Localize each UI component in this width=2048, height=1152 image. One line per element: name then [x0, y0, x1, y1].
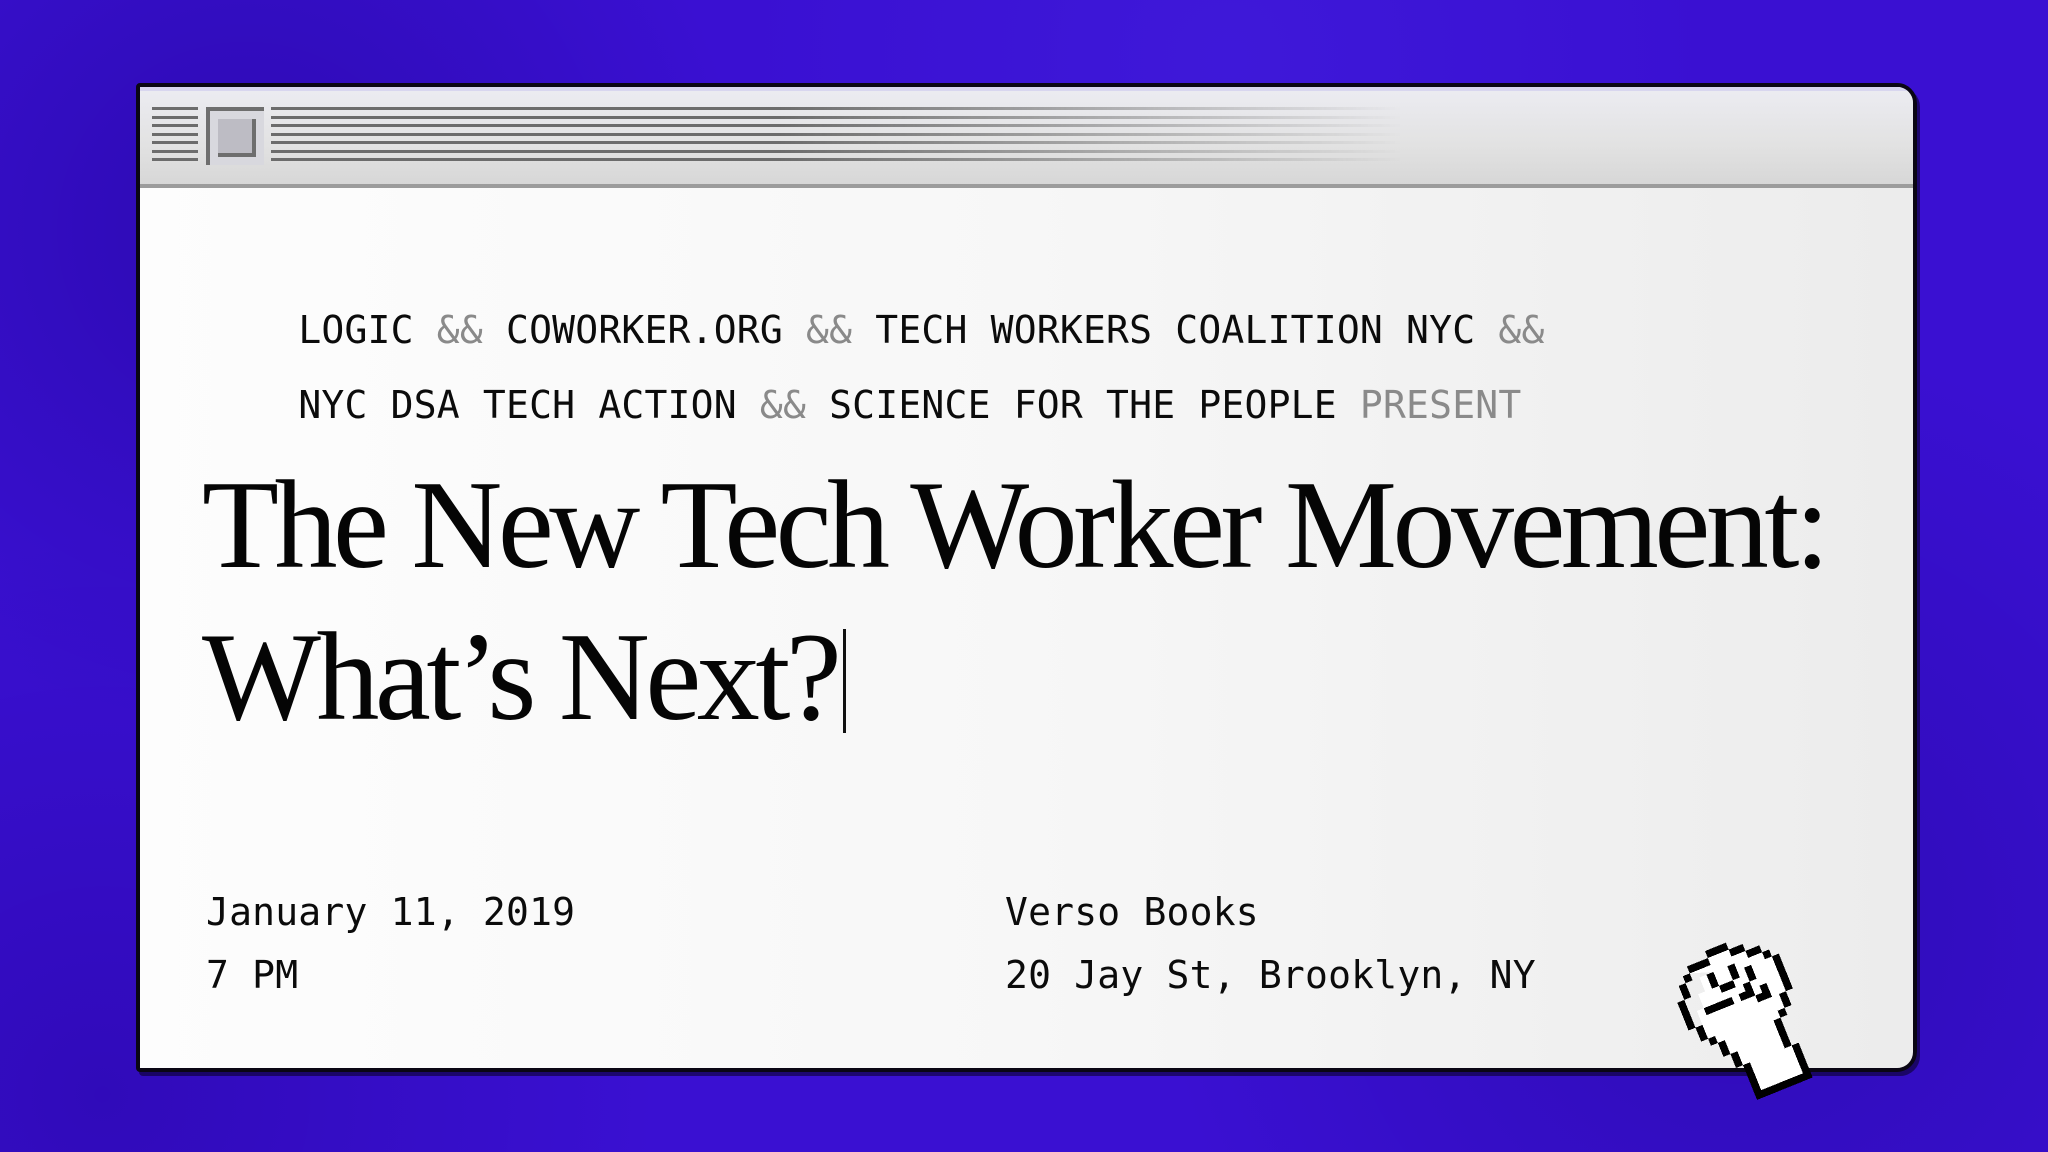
present-label: PRESENT: [1336, 383, 1522, 427]
event-title-line-1: The New Tech Worker Movement:: [202, 456, 1830, 595]
title-bar-grip-icon: [152, 107, 198, 165]
close-box-icon: [218, 119, 256, 157]
close-box-button[interactable]: [206, 107, 264, 165]
presenters-line-2: NYC DSA TECH ACTION && SCIENCE FOR THE P…: [206, 339, 1521, 471]
event-title-line-2: What’s Next?: [202, 615, 847, 741]
event-venue: Verso Books: [1005, 890, 1259, 934]
event-date: January 11, 2019: [206, 890, 576, 934]
event-title-line-2-text: What’s Next?: [202, 608, 842, 747]
presenter-science-for-the-people: SCIENCE FOR THE PEOPLE: [829, 383, 1337, 427]
presenter-nyc-dsa: NYC DSA TECH ACTION: [298, 383, 737, 427]
event-time: 7 PM: [206, 953, 299, 997]
event-address: 20 Jay St, Brooklyn, NY: [1005, 953, 1536, 997]
title-bar-stripes: [271, 107, 1401, 165]
title-bar[interactable]: [140, 87, 1913, 188]
event-window: LOGIC && COWORKER.ORG && TECH WORKERS CO…: [136, 83, 1917, 1072]
raised-fist-cursor-icon: [1677, 942, 1813, 1100]
text-caret: [843, 629, 847, 733]
separator: &&: [736, 383, 830, 427]
